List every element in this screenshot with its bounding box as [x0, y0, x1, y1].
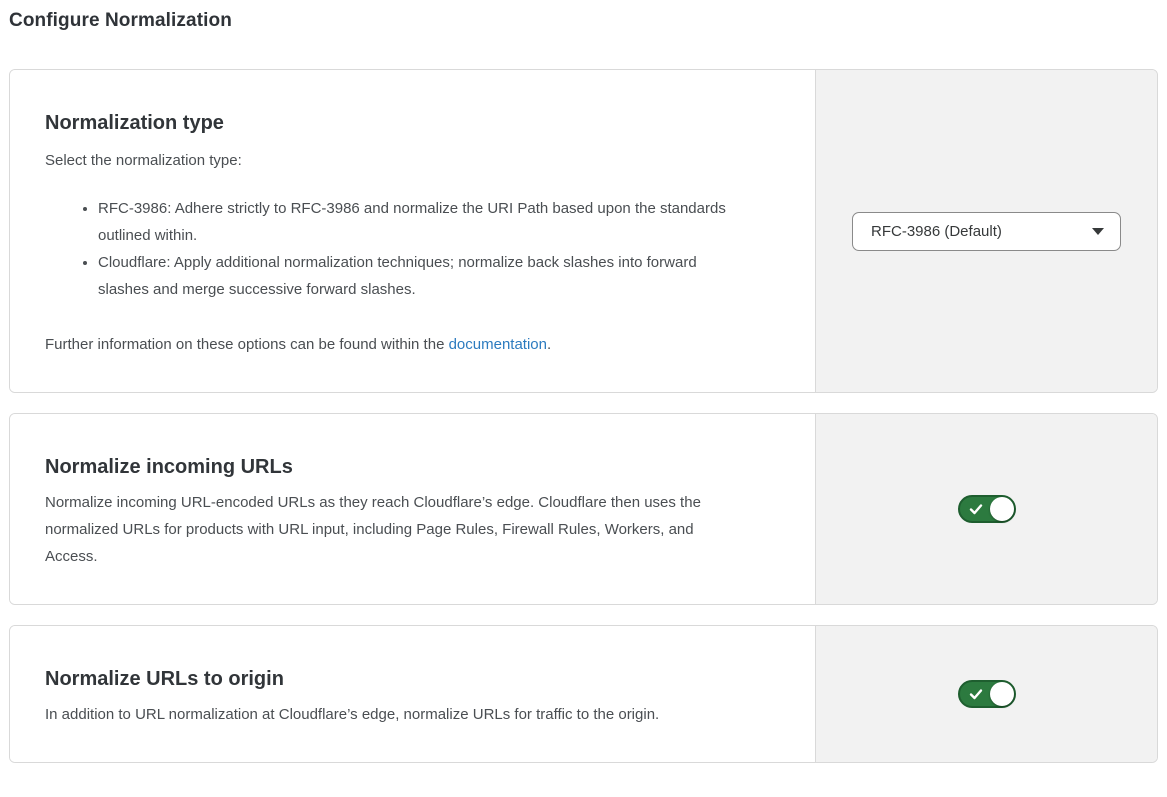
chevron-down-icon: [1092, 228, 1104, 235]
page-title: Configure Normalization: [9, 10, 1158, 32]
card-control-panel: RFC-3986 (Default): [815, 70, 1157, 392]
normalization-options-list: RFC-3986: Adhere strictly to RFC-3986 an…: [45, 195, 735, 303]
card-control-panel: [815, 414, 1157, 604]
select-value: RFC-3986 (Default): [871, 223, 1092, 240]
card-intro: Select the normalization type:: [45, 147, 735, 174]
check-icon: [969, 687, 983, 701]
normalize-incoming-urls-toggle[interactable]: [958, 495, 1016, 523]
normalize-urls-to-origin-toggle[interactable]: [958, 680, 1016, 708]
footer-period: .: [547, 336, 551, 353]
card-title: Normalize URLs to origin: [45, 665, 775, 693]
list-item: Cloudflare: Apply additional normalizati…: [98, 249, 735, 303]
card-normalization-type: Normalization type Select the normalizat…: [9, 69, 1158, 393]
card-normalize-incoming-urls: Normalize incoming URLs Normalize incomi…: [9, 413, 1158, 605]
card-control-panel: [815, 626, 1157, 762]
card-footer-text: Further information on these options can…: [45, 331, 735, 358]
card-title: Normalize incoming URLs: [45, 453, 775, 481]
card-content: Normalize incoming URLs Normalize incomi…: [10, 414, 815, 604]
card-normalize-urls-to-origin: Normalize URLs to origin In addition to …: [9, 625, 1158, 763]
list-item: RFC-3986: Adhere strictly to RFC-3986 an…: [98, 195, 735, 249]
card-description: Normalize incoming URL-encoded URLs as t…: [45, 489, 735, 570]
documentation-link[interactable]: documentation: [449, 336, 547, 353]
card-content: Normalization type Select the normalizat…: [10, 70, 815, 392]
footer-text: Further information on these options can…: [45, 336, 449, 353]
toggle-knob: [990, 682, 1014, 706]
card-description: In addition to URL normalization at Clou…: [45, 701, 735, 728]
normalization-type-select[interactable]: RFC-3986 (Default): [852, 212, 1121, 251]
toggle-knob: [990, 497, 1014, 521]
check-icon: [969, 502, 983, 516]
card-content: Normalize URLs to origin In addition to …: [10, 626, 815, 762]
card-title: Normalization type: [45, 109, 775, 137]
